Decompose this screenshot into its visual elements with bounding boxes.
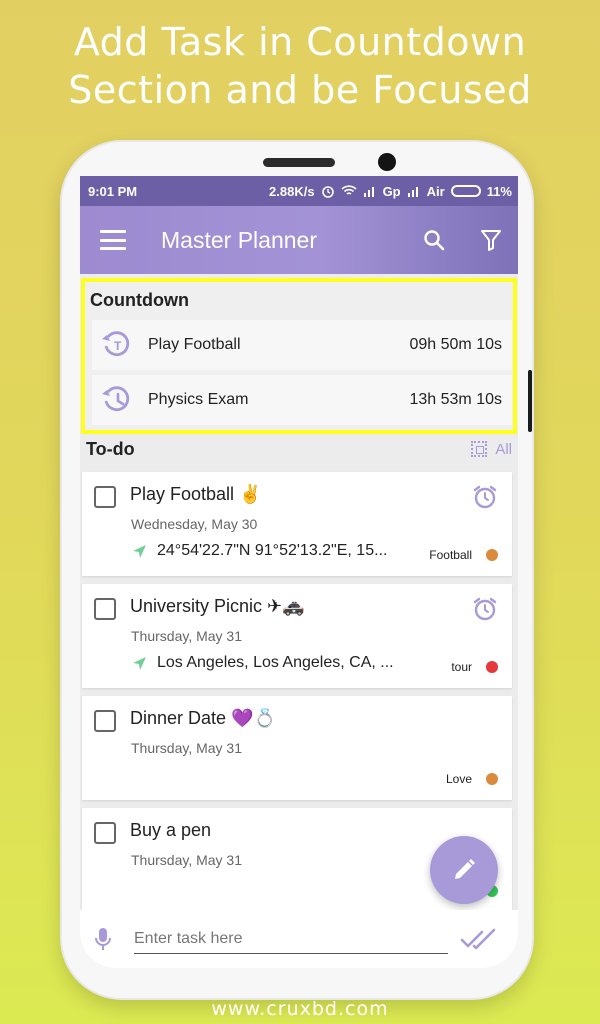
done-all-icon[interactable] [460,928,498,950]
carrier-1: Gp [382,183,401,199]
promo-headline-line2: Section and be Focused [68,68,532,112]
task-input-bar [80,910,518,968]
task-location: 24°54'22.7"N 91°52'13.2"E, 15... [131,542,387,560]
task-title: University Picnic ✈🚓 [130,596,305,616]
battery-icon [450,185,481,197]
task-tag: Love [445,772,472,786]
tag-color-dot [486,549,498,561]
phone-speaker [263,158,335,167]
microphone-icon[interactable] [94,926,112,952]
task-date: Wednesday, May 30 [131,516,258,532]
app-title: Master Planner [161,226,317,253]
countdown-label: Play Football [148,336,241,353]
navigation-icon [133,657,146,670]
countdown-section: Countdown T Play Football 09h 50m 10s Ph… [81,278,517,434]
task-title: Dinner Date 💜💍 [130,708,276,728]
battery-level: 11% [486,183,512,199]
alarm-icon[interactable] [472,596,498,622]
add-task-fab[interactable] [430,836,498,904]
task-input[interactable] [134,924,448,954]
search-icon[interactable] [422,228,446,252]
promo-headline: Add Task in Countdown Section and be Foc… [0,18,600,114]
task-checkbox[interactable] [94,822,116,844]
task-date: Thursday, May 31 [131,628,243,644]
navigation-icon [133,545,146,558]
task-date: Thursday, May 31 [131,740,243,756]
select-all-icon [471,441,488,457]
task-location-text: Los Angeles, Los Angeles, CA, ... [157,654,394,671]
countdown-item[interactable]: Physics Exam 13h 53m 10s [92,375,512,425]
countdown-item[interactable]: T Play Football 09h 50m 10s [92,320,512,370]
history-icon [102,386,130,411]
countdown-time: 09h 50m 10s [409,336,502,353]
select-all-label: All [495,440,512,458]
menu-icon[interactable] [100,230,126,250]
status-bar: 9:01 PM 2.88K/s Gp Air 11% [80,176,518,206]
filter-icon[interactable] [480,228,502,252]
task-title: Buy a pen [130,820,212,840]
task-tag: Football [429,548,472,562]
task-title: Play Football ✌️ [130,484,262,504]
tag-color-dot [486,661,498,673]
countdown-label: Physics Exam [148,391,249,408]
signal-icon [363,187,374,197]
signal-icon-2 [407,187,418,197]
tag-color-dot [486,773,498,785]
carrier-2: Air [426,183,445,199]
wifi-icon [341,185,357,195]
todo-header: To-do All [86,434,512,464]
footer-url: www.cruxbd.com [211,998,389,1020]
status-speed: 2.88K/s [269,183,315,199]
countdown-time: 13h 53m 10s [409,391,502,408]
todo-card[interactable]: University Picnic ✈🚓 Thursday, May 31 Lo… [82,584,512,688]
task-checkbox[interactable] [94,486,116,508]
task-date: Thursday, May 31 [131,852,243,868]
app-bar: Master Planner [80,206,518,274]
alarm-icon[interactable] [472,484,498,510]
select-all-button[interactable]: All [471,441,512,458]
pencil-icon [455,859,475,879]
status-time: 9:01 PM [88,183,138,199]
task-checkbox[interactable] [94,710,116,732]
timer-history-icon: T [102,331,130,356]
alarm-status-icon [321,186,334,198]
app-screen: 9:01 PM 2.88K/s Gp Air 11% Master Planne… [80,176,518,968]
task-location-text: 24°54'22.7"N 91°52'13.2"E, 15... [157,542,388,559]
todo-card[interactable]: Play Football ✌️ Wednesday, May 30 24°54… [82,472,512,576]
countdown-title: Countdown [90,290,189,310]
todo-card[interactable]: Dinner Date 💜💍 Thursday, May 31 Love [82,696,512,800]
task-tag: tour [451,660,472,674]
todo-title: To-do [86,438,135,459]
phone-side-button [528,370,532,432]
phone-camera [378,153,396,171]
promo-headline-line1: Add Task in Countdown [73,20,527,64]
task-location: Los Angeles, Los Angeles, CA, ... [131,654,394,672]
task-checkbox[interactable] [94,598,116,620]
svg-text:T: T [114,339,122,353]
